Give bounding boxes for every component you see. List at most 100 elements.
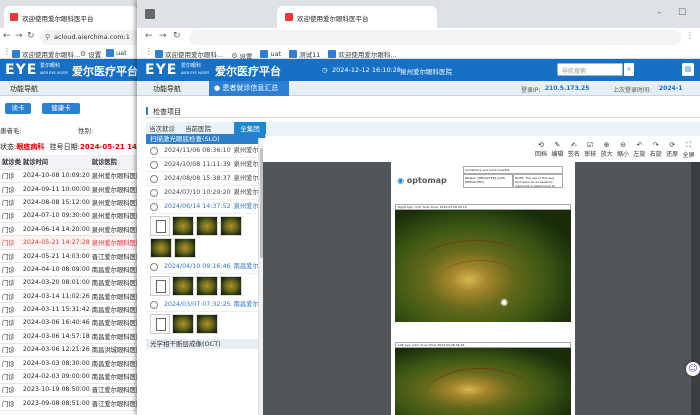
visit-row[interactable]: 门诊 2024-07-10 09:30:00 泉州爱尔眼科医院 — [0, 209, 140, 224]
viewer-tool-button[interactable]: ⊕ 放大 — [599, 141, 615, 158]
exam-record[interactable]: 2024/03/07 07:32:25 南昌爱尔 — [146, 298, 265, 312]
viewer-tool-button[interactable]: ↶ 左旋 — [631, 141, 647, 158]
back-arrow-icon[interactable]: ← — [145, 31, 153, 41]
viewer-tool-button[interactable]: ↷ 右旋 — [648, 141, 664, 158]
health-card-button[interactable]: 健康卡 — [42, 103, 80, 114]
bookmark-item[interactable]: 欢迎使用爱尔眼科... — [328, 49, 397, 59]
viewer-scrollbar[interactable] — [691, 162, 700, 415]
column-header: 就诊医院 — [89, 155, 140, 170]
pdf-icon[interactable] — [150, 314, 170, 334]
reload-icon[interactable]: ↻ — [173, 31, 181, 41]
back-arrow-icon[interactable]: ← — [3, 31, 11, 41]
viewer-tool-button[interactable]: ⊖ 缩小 — [615, 141, 631, 158]
menu-dots-icon[interactable]: ⋮ — [686, 31, 694, 40]
viewer-tool-button[interactable]: ⟳ 还原 — [664, 141, 680, 158]
fundus-thumbnail[interactable] — [172, 216, 194, 236]
fundus-thumbnail[interactable] — [172, 314, 194, 334]
visit-row[interactable]: 门诊 2023-10-19 08:50:00 晋江爱尔眼科医院 — [0, 383, 140, 398]
nav-tab-patient-summary[interactable]: ● 患者就诊信息汇总 — [209, 81, 289, 96]
nav-function-guide[interactable]: 功能导航 — [153, 84, 181, 94]
fundus-thumbnail[interactable] — [172, 276, 194, 296]
maximize-icon[interactable]: ☐ — [678, 8, 686, 18]
slo-section-header[interactable]: 扫描激光眼底检查(SLO) — [146, 134, 265, 144]
report-viewer: ⟲ 回档 ✎ 编辑 ✍ 签名 ☑ 审核 ⊕ 放大 ⊖ 缩小 ↶ 左旋 ↷ 右旋 ⟳ 还原 ⛶ 全屏 ◉ optomap… — [263, 138, 700, 415]
front-address-bar[interactable] — [189, 30, 681, 45]
bookmark-item[interactable]: 欢迎使用爱尔眼科... — [155, 49, 223, 59]
visit-row[interactable]: 门诊 2024-10-08 10:09:20 泉州爱尔眼科医院 — [0, 169, 140, 183]
visit-row[interactable]: 门诊 2024-03-11 15:31:42 南昌爱尔眼科医院 — [0, 302, 140, 317]
visit-row[interactable]: 门诊 2024-05-21 14:27:28 泉州爱尔眼科医院 — [0, 235, 140, 250]
visit-type: 门诊 — [0, 235, 21, 250]
visit-row[interactable]: 门诊 2024-08-08 15:12:00 泉州爱尔眼科医院 — [0, 195, 140, 210]
viewer-tool-button[interactable]: ✎ 编辑 — [549, 141, 565, 158]
apps-grid-icon[interactable]: ⋮ — [145, 47, 153, 56]
fundus-thumbnail[interactable] — [196, 276, 218, 296]
minimize-icon[interactable]: – — [657, 8, 662, 18]
book-icon[interactable]: ▤ — [682, 63, 694, 76]
visit-row[interactable]: 门诊 2024-05-21 14:03:00 晋江爱尔眼科医院 — [0, 249, 140, 264]
forward-arrow-icon[interactable]: → — [15, 31, 23, 41]
fundus-thumbnail[interactable] — [174, 238, 196, 258]
oct-section-header[interactable]: 光学相干断层成像(OCT) — [146, 339, 265, 349]
reload-icon[interactable]: ↻ — [27, 31, 35, 41]
report-header: Something and more hospital — [463, 166, 563, 174]
nav-function-guide[interactable]: 功能导航 — [10, 84, 38, 94]
bookmark-item[interactable]: uat — [260, 50, 281, 58]
visit-row[interactable]: 门诊 2024-06-14 14:20:00 泉州爱尔眼科医院 — [0, 222, 140, 237]
pdf-icon[interactable] — [150, 276, 170, 296]
search-icon[interactable]: ⌕ — [624, 63, 634, 76]
fundus-thumbnail[interactable] — [196, 216, 218, 236]
fundus-image-left[interactable] — [395, 348, 571, 415]
fundus-thumbnail[interactable] — [220, 216, 242, 236]
exam-record[interactable]: 2024/07/10 10:29:20 泉州爱尔 — [146, 186, 265, 200]
back-tab[interactable]: 欢迎使用爱尔眼科医平台 — [4, 6, 138, 28]
exam-record[interactable]: 2024/10/08 11:11:39 泉州爱尔 — [146, 158, 265, 172]
pdf-icon[interactable] — [150, 216, 170, 236]
login-ip: 210.5.173.25 — [545, 85, 590, 92]
visit-row[interactable]: 门诊 2024-09-11 10:00:00 泉州爱尔眼科医院 — [0, 182, 140, 197]
forward-arrow-icon[interactable]: → — [159, 31, 167, 41]
visit-row[interactable]: 门诊 2024-03-20 08:01:00 南昌爱尔眼科医院 — [0, 276, 140, 291]
visit-row[interactable]: 门诊 2024-03-03 08:30:00 南昌爱尔眼科医院 — [0, 356, 140, 371]
visit-row[interactable]: 门诊 2024-02-03 09:00:00 南昌爱尔眼科医院 — [0, 369, 140, 384]
visit-row[interactable]: 门诊 2023-09-08 08:51:00 晋江爱尔眼科医院 — [0, 396, 140, 411]
exam-record[interactable]: 2024/11/06 08:36:10 泉州爱尔 — [146, 144, 265, 158]
visit-row[interactable]: 门诊 2024-03-14 11:02:26 南昌爱尔眼科医院 — [0, 289, 140, 304]
bookmark-uat[interactable]: uat — [106, 49, 127, 57]
viewer-tool-button[interactable]: ✍ 签名 — [566, 141, 582, 158]
bookmark-favicon-icon — [260, 50, 269, 58]
fundus-thumbnail[interactable] — [196, 314, 218, 334]
optomap-mark-icon: ◉ — [397, 176, 404, 185]
visit-hospital: 南昌爱尔眼科医院 — [89, 369, 140, 384]
exam-record[interactable]: 2024/08/08 15:38:37 泉州爱尔 — [146, 172, 265, 186]
bookmark-item[interactable]: 欢迎使用爱尔眼科... — [12, 49, 80, 59]
bookmark-settings[interactable]: ⚙ 设置 — [80, 49, 101, 59]
fundus-thumbnail[interactable] — [150, 238, 172, 258]
viewer-tool-icon: ☑ — [587, 141, 594, 149]
visit-row[interactable]: 门诊 2024-04-10 08:09:00 南昌爱尔眼科医院 — [0, 262, 140, 277]
back-address-bar[interactable]: ⚲ acloud.aierchina.com:1 — [40, 30, 140, 45]
fundus-image-right[interactable]: ✺ — [395, 210, 571, 322]
exam-record[interactable]: 2024/04/10 09:16:46 南昌爱尔 — [146, 260, 265, 274]
visit-hospital: 南昌爱尔眼科医院 — [89, 276, 140, 291]
visit-hospital: 泉州爱尔眼科医院 — [89, 182, 140, 197]
exam-record[interactable]: 2024/06/14 14:37:52 泉州爱尔 — [146, 200, 265, 214]
viewer-tool-button[interactable]: ☑ 审核 — [582, 141, 598, 158]
viewer-tool-button[interactable]: ⛶ 全屏 — [681, 141, 697, 159]
front-tab[interactable]: 欢迎使用爱尔眼科医平台 — [277, 6, 437, 28]
nav-search-input[interactable]: 导航搜索 — [557, 63, 623, 76]
chat-assistant-icon[interactable]: ☺ — [686, 362, 700, 376]
bookmark-item[interactable]: 测试11 — [289, 49, 320, 59]
visit-row[interactable]: 门诊 2024-03-06 14:57:18 南昌爱尔眼科医院 — [0, 329, 140, 344]
viewer-tool-icon: ⛶ — [686, 141, 692, 149]
brand-logo: EYE — [145, 62, 178, 78]
read-card-button[interactable]: 读卡 — [5, 103, 31, 114]
visit-time: 2024-05-21 14:03:00 — [20, 249, 90, 264]
thumbnail-strip — [146, 274, 265, 298]
visit-row[interactable]: 门诊 2024-03-06 12:21:26 南昌洪城眼科医院 — [0, 343, 140, 357]
visit-row[interactable]: 门诊 2024-03-06 16:40:46 南昌爱尔眼科医院 — [0, 316, 140, 331]
fundus-thumbnail[interactable] — [220, 276, 242, 296]
viewer-tool-button[interactable]: ⟲ 回档 — [533, 141, 549, 158]
apps-grid-icon[interactable]: ⋮ — [3, 47, 11, 56]
loading-spinner-icon: ✺ — [500, 298, 509, 309]
